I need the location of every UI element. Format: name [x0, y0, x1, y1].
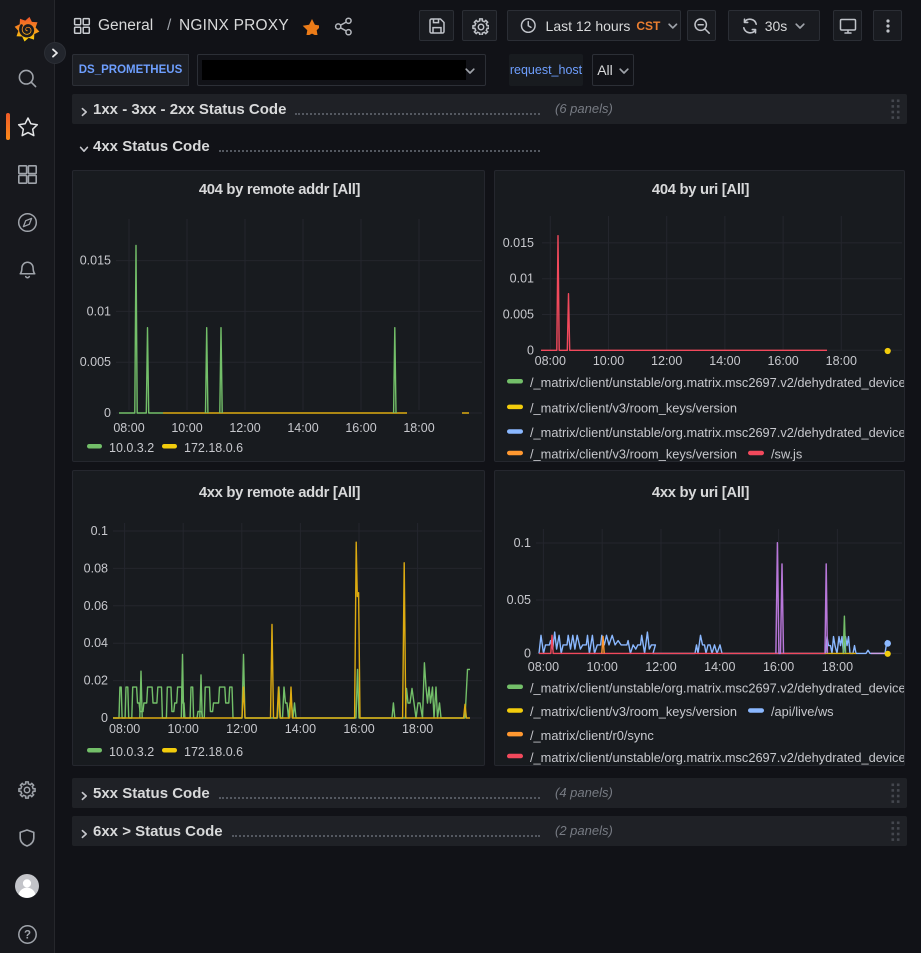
- svg-text:/_matrix/client/r0/sync: /_matrix/client/r0/sync: [530, 728, 654, 743]
- svg-text:16:00: 16:00: [345, 421, 376, 435]
- svg-text:10:00: 10:00: [171, 421, 202, 435]
- svg-text:18:00: 18:00: [402, 722, 433, 736]
- svg-text:404 by remote addr [All]: 404 by remote addr [All]: [199, 182, 361, 198]
- svg-text:08:00: 08:00: [528, 660, 559, 674]
- svg-text:18:00: 18:00: [403, 421, 434, 435]
- svg-text:14:00: 14:00: [709, 354, 740, 368]
- svg-text:404 by uri [All]: 404 by uri [All]: [652, 182, 750, 198]
- svg-text:10.0.3.2: 10.0.3.2: [109, 745, 154, 759]
- svg-text:0.04: 0.04: [84, 636, 108, 650]
- svg-text:0.005: 0.005: [503, 308, 534, 322]
- svg-text:08:00: 08:00: [109, 722, 140, 736]
- svg-text:0.005: 0.005: [80, 355, 111, 369]
- svg-text:0.01: 0.01: [87, 304, 111, 318]
- svg-text:16:00: 16:00: [343, 722, 374, 736]
- svg-text:08:00: 08:00: [113, 421, 144, 435]
- svg-text:10:00: 10:00: [593, 354, 624, 368]
- svg-text:08:00: 08:00: [535, 354, 566, 368]
- svg-text:172.18.0.6: 172.18.0.6: [184, 441, 243, 455]
- svg-text:10.0.3.2: 10.0.3.2: [109, 441, 154, 455]
- svg-text:4xx by remote addr [All]: 4xx by remote addr [All]: [199, 485, 361, 501]
- svg-text:10:00: 10:00: [587, 660, 618, 674]
- svg-text:0.015: 0.015: [503, 236, 534, 250]
- svg-text:0: 0: [104, 406, 111, 420]
- svg-text:4xx by uri [All]: 4xx by uri [All]: [652, 485, 750, 501]
- svg-text:0.1: 0.1: [514, 536, 531, 550]
- svg-text:12:00: 12:00: [226, 722, 257, 736]
- svg-text:172.18.0.6: 172.18.0.6: [184, 745, 243, 759]
- svg-text:10:00: 10:00: [168, 722, 199, 736]
- svg-text:0.01: 0.01: [510, 272, 534, 286]
- svg-text:12:00: 12:00: [229, 421, 260, 435]
- svg-text:0.08: 0.08: [84, 561, 108, 575]
- svg-text:18:00: 18:00: [822, 660, 853, 674]
- svg-text:/_matrix/client/v3/room_keys/v: /_matrix/client/v3/room_keys/version: [530, 704, 737, 719]
- svg-text:/sw.js: /sw.js: [771, 447, 802, 462]
- svg-text:14:00: 14:00: [285, 722, 316, 736]
- svg-text:0: 0: [527, 343, 534, 357]
- svg-text:/_matrix/client/unstable/org.m: /_matrix/client/unstable/org.matrix.msc2…: [530, 681, 905, 696]
- svg-text:0.06: 0.06: [84, 599, 108, 613]
- svg-text:0: 0: [101, 711, 108, 725]
- svg-text:0: 0: [524, 646, 531, 660]
- svg-text:/api/live/ws: /api/live/ws: [771, 704, 834, 719]
- svg-text:/_matrix/client/v3/room_keys/v: /_matrix/client/v3/room_keys/version: [530, 401, 737, 416]
- svg-text:18:00: 18:00: [826, 354, 857, 368]
- svg-text:0.05: 0.05: [507, 593, 531, 607]
- svg-text:0.015: 0.015: [80, 254, 111, 268]
- svg-text:12:00: 12:00: [651, 354, 682, 368]
- svg-text:0.02: 0.02: [84, 674, 108, 688]
- svg-text:/_matrix/client/v3/room_keys/v: /_matrix/client/v3/room_keys/version: [530, 447, 737, 462]
- svg-text:/_matrix/client/unstable/org.m: /_matrix/client/unstable/org.matrix.msc2…: [530, 750, 905, 765]
- svg-text:/_matrix/client/unstable/org.m: /_matrix/client/unstable/org.matrix.msc2…: [530, 425, 905, 440]
- svg-text:?: ?: [24, 930, 31, 942]
- svg-text:0.1: 0.1: [91, 524, 108, 538]
- svg-text:16:00: 16:00: [763, 660, 794, 674]
- svg-text:12:00: 12:00: [645, 660, 676, 674]
- svg-text:/_matrix/client/unstable/org.m: /_matrix/client/unstable/org.matrix.msc2…: [530, 375, 905, 390]
- svg-text:14:00: 14:00: [287, 421, 318, 435]
- svg-text:16:00: 16:00: [767, 354, 798, 368]
- svg-text:14:00: 14:00: [704, 660, 735, 674]
